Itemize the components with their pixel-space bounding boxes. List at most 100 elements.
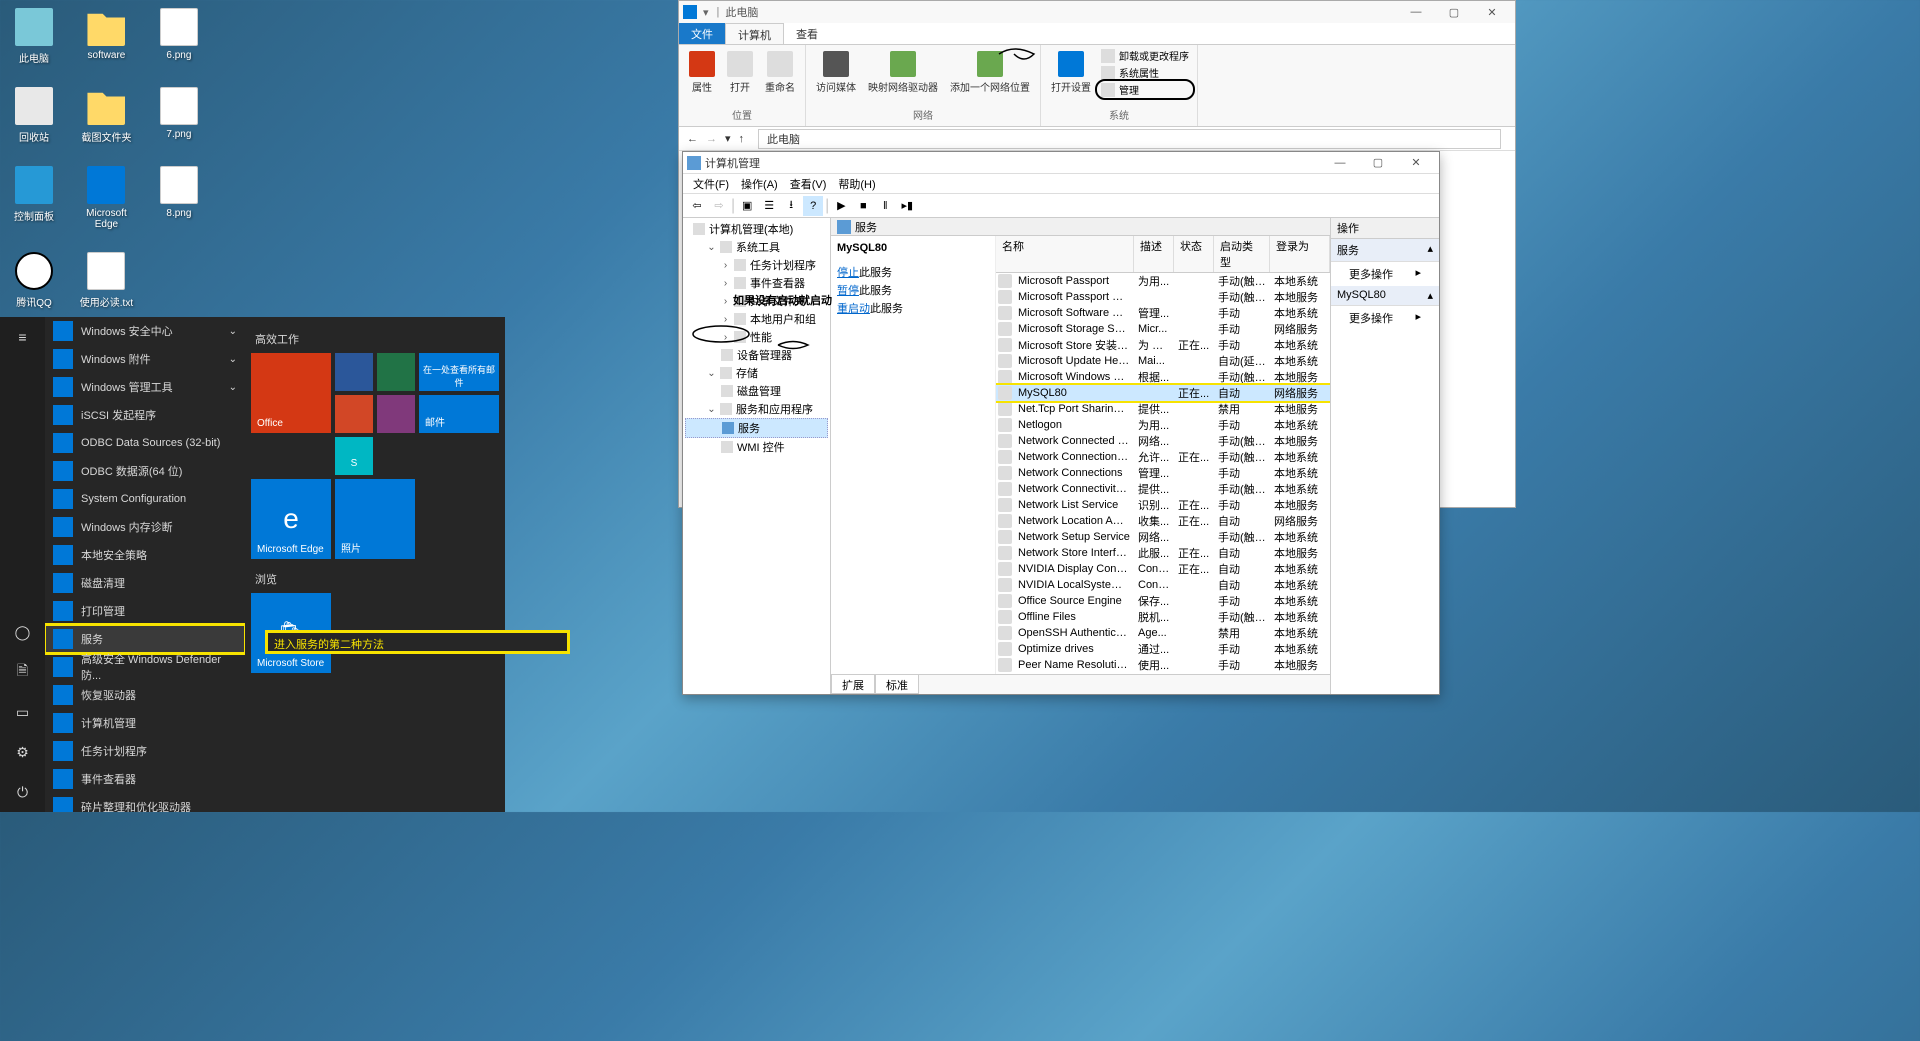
tile-ppt[interactable] (335, 395, 373, 433)
desktop-icon[interactable]: 6.png (149, 8, 209, 61)
tree-storage[interactable]: ⌄存储 (685, 364, 828, 382)
settings-icon[interactable]: ⚙ (0, 732, 45, 772)
tile-mail[interactable]: 邮件 (419, 395, 499, 433)
start-app-item[interactable]: iSCSI 发起程序 (45, 401, 245, 429)
manage-button[interactable]: 管理 (1097, 81, 1193, 98)
compmgmt-tree[interactable]: 计算机管理(本地) ⌄系统工具 ›任务计划程序 ›事件查看器 ›共享文件夹 ›本… (683, 218, 831, 694)
start-app-item[interactable]: 磁盘清理 (45, 569, 245, 597)
tree-tasksched[interactable]: ›任务计划程序 (685, 256, 828, 274)
restart-link[interactable]: 重启动 (837, 303, 870, 315)
start-app-item[interactable]: ODBC Data Sources (32-bit) (45, 429, 245, 457)
service-row[interactable]: Network List Service 识别... 正在... 手动 本地服务 (996, 497, 1330, 513)
tree-devmgr[interactable]: 设备管理器 (685, 346, 828, 364)
minimize-button[interactable]: — (1397, 2, 1435, 22)
map-drive-button[interactable]: 映射网络驱动器 (862, 47, 944, 98)
service-row[interactable]: Microsoft Storage Space... Micr... 手动 网络… (996, 321, 1330, 337)
tile-excel[interactable] (377, 353, 415, 391)
start-app-item[interactable]: 本地安全策略 (45, 541, 245, 569)
maximize-button[interactable]: ▢ (1435, 2, 1473, 22)
open-button[interactable]: 打开 (721, 47, 759, 98)
service-row[interactable]: Netlogon 为用... 手动 本地系统 (996, 417, 1330, 433)
stop-link[interactable]: 停止 (837, 267, 859, 279)
desktop-icon[interactable]: 回收站 (4, 87, 64, 144)
properties-button[interactable]: 属性 (683, 47, 721, 98)
service-row[interactable]: NVIDIA LocalSystem Con... Cont... 自动 本地系… (996, 577, 1330, 593)
tile-word[interactable] (335, 353, 373, 391)
menu-action[interactable]: 操作(A) (735, 176, 784, 192)
desktop-icon[interactable]: 7.png (149, 87, 209, 140)
tile-edge[interactable]: eMicrosoft Edge (251, 479, 331, 559)
tree-wmi[interactable]: WMI 控件 (685, 438, 828, 456)
documents-icon[interactable]: 🗎 (0, 652, 45, 692)
service-row[interactable]: Network Connected Devi... 网络... 手动(触发...… (996, 433, 1330, 449)
start-app-item[interactable]: 计算机管理 (45, 709, 245, 737)
system-props-button[interactable]: 系统属性 (1097, 64, 1193, 81)
help-icon[interactable]: ? (803, 196, 823, 216)
start-app-item[interactable]: Windows 内存诊断 (45, 513, 245, 541)
restart-icon[interactable]: ▸▮ (897, 196, 917, 216)
tile-skype[interactable]: S (335, 437, 373, 475)
menu-file[interactable]: 文件(F) (687, 176, 735, 192)
uninstall-button[interactable]: 卸载或更改程序 (1097, 47, 1193, 64)
service-row[interactable]: Microsoft Software Shad... 管理... 手动 本地系统 (996, 305, 1330, 321)
service-row[interactable]: Optimize drives 通过... 手动 本地系统 (996, 641, 1330, 657)
media-button[interactable]: 访问媒体 (810, 47, 862, 98)
tile-photos[interactable]: 照片 (335, 479, 415, 559)
more-actions[interactable]: 更多操作▸ (1331, 262, 1439, 286)
service-row[interactable]: Offline Files 脱机... 手动(触发... 本地系统 (996, 609, 1330, 625)
service-row[interactable]: MySQL80 正在... 自动 网络服务 (996, 385, 1330, 401)
desktop-icon[interactable]: 8.png (149, 166, 209, 219)
power-icon[interactable]: ⏻ (0, 772, 45, 812)
start-app-item[interactable]: 事件查看器 (45, 765, 245, 793)
tree-localusers[interactable]: ›本地用户和组 (685, 310, 828, 328)
start-app-item[interactable]: Windows 管理工具⌄ (45, 373, 245, 401)
minimize-button[interactable]: — (1321, 153, 1359, 173)
service-row[interactable]: Microsoft Windows SMS ... 根据... 手动(触发...… (996, 369, 1330, 385)
start-app-item[interactable]: 服务 (45, 625, 245, 653)
start-app-item[interactable]: System Configuration (45, 485, 245, 513)
tab-file[interactable]: 文件 (679, 23, 725, 44)
tree-diskmgmt[interactable]: 磁盘管理 (685, 382, 828, 400)
close-button[interactable]: ✕ (1397, 153, 1435, 173)
start-app-item[interactable]: 打印管理 (45, 597, 245, 625)
start-app-item[interactable]: Windows 安全中心⌄ (45, 317, 245, 345)
desktop-icon[interactable]: 截图文件夹 (76, 87, 136, 144)
service-row[interactable]: Network Connections 管理... 手动 本地系统 (996, 465, 1330, 481)
tree-perf[interactable]: ›性能 (685, 328, 828, 346)
start-app-item[interactable]: 任务计划程序 (45, 737, 245, 765)
tile-onenote[interactable] (377, 395, 415, 433)
service-row[interactable]: Office Source Engine 保存... 手动 本地系统 (996, 593, 1330, 609)
tab-standard[interactable]: 标准 (875, 675, 919, 694)
forward-icon[interactable]: ⇨ (709, 196, 729, 216)
tree-svcapps[interactable]: ⌄服务和应用程序 (685, 400, 828, 418)
tree-systools[interactable]: ⌄系统工具 (685, 238, 828, 256)
start-app-item[interactable]: 恢复驱动器 (45, 681, 245, 709)
back-icon[interactable]: ⇦ (687, 196, 707, 216)
pictures-icon[interactable]: ▭ (0, 692, 45, 732)
service-row[interactable]: Microsoft Passport 为用... 手动(触发... 本地系统 (996, 273, 1330, 289)
service-row[interactable]: Network Connectivity Ass... 提供... 手动(触发.… (996, 481, 1330, 497)
desktop-icon[interactable]: software (76, 8, 136, 61)
more-actions[interactable]: 更多操作▸ (1331, 306, 1439, 330)
service-row[interactable]: Microsoft Store 安装服务 为 M... 正在... 手动 本地系… (996, 337, 1330, 353)
menu-icon[interactable]: ≡ (0, 317, 45, 357)
open-settings-button[interactable]: 打开设置 (1045, 47, 1097, 98)
maximize-button[interactable]: ▢ (1359, 153, 1397, 173)
service-row[interactable]: Microsoft Passport Cont... 手动(触发... 本地服务 (996, 289, 1330, 305)
service-row[interactable]: Network Connection Bro... 允许... 正在... 手动… (996, 449, 1330, 465)
desktop-icon[interactable]: Microsoft Edge (76, 166, 136, 230)
service-row[interactable]: Net.Tcp Port Sharing Ser... 提供... 禁用 本地服… (996, 401, 1330, 417)
service-row[interactable]: Peer Name Resolution Pr... 使用... 手动 本地服务 (996, 657, 1330, 673)
stop-icon[interactable]: ■ (853, 196, 873, 216)
start-app-item[interactable]: ODBC 数据源(64 位) (45, 457, 245, 485)
start-app-item[interactable]: 高级安全 Windows Defender 防... (45, 653, 245, 681)
tab-view[interactable]: 查看 (784, 23, 830, 44)
tree-eventviewer[interactable]: ›事件查看器 (685, 274, 828, 292)
pause-icon[interactable]: ‖ (875, 196, 895, 216)
breadcrumb[interactable]: ←→▾↑ 此电脑 (679, 127, 1515, 151)
tab-extended[interactable]: 扩展 (831, 675, 875, 694)
service-row[interactable]: Network Location Aware... 收集... 正在... 自动… (996, 513, 1330, 529)
menu-view[interactable]: 查看(V) (784, 176, 833, 192)
rename-button[interactable]: 重命名 (759, 47, 801, 98)
desktop-icon[interactable]: 控制面板 (4, 166, 64, 223)
